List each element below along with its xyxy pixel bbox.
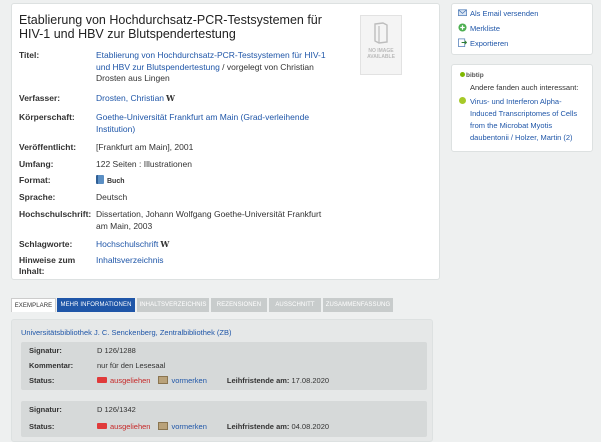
- vormerken-link[interactable]: vormerken: [171, 376, 206, 385]
- field-label: Körperschaft:: [19, 112, 75, 122]
- field-value: Hochschulschrift W: [96, 239, 328, 251]
- field-value: Buch: [96, 175, 328, 188]
- copy-item: Signatur: D 126/1342 Status: ausgeliehen…: [21, 401, 427, 437]
- signatur-value: D 126/1342: [97, 405, 136, 414]
- bibtip-text: bibtip: [466, 72, 484, 79]
- field-value: Etablierung von Hochdurchsatz-PCR-Testsy…: [96, 50, 328, 85]
- loaned-icon: [97, 423, 107, 429]
- tab-ausschnitt[interactable]: Ausschnitt: [269, 298, 321, 312]
- record-title: Etablierung von Hochdurchsatz-PCR-Testsy…: [19, 13, 322, 41]
- also-found-heading: Andere fanden auch interessant:: [470, 83, 579, 92]
- signatur-label: Signatur:: [29, 405, 62, 414]
- kommentar-value: nur für den Lesesaal: [97, 361, 166, 370]
- signatur-value: D 126/1288: [97, 346, 136, 355]
- bibtip-panel: bibtip Andere fanden auch interessant: V…: [451, 64, 593, 152]
- export-link[interactable]: Exportieren: [470, 39, 508, 48]
- leihfrist-label: Leihfristende am:: [226, 376, 290, 385]
- field-label: Schlagworte:: [19, 239, 73, 249]
- bullet-icon: [459, 97, 466, 104]
- field-label-line2: Inhalt:: [19, 266, 45, 276]
- status-value: ausgeliehen vormerken Leihfristende am: 04…: [97, 421, 329, 433]
- field-label: Umfang:: [19, 159, 54, 169]
- no-image-text: NO IMAGE AVAILABLE: [367, 48, 395, 60]
- due-date: Leihfristende am: 04.08.2020: [227, 422, 329, 431]
- field-label: Veröffentlicht:: [19, 142, 77, 152]
- export-action[interactable]: Exportieren: [458, 38, 508, 49]
- email-icon: [458, 9, 467, 17]
- field-value: Deutsch: [96, 192, 128, 202]
- status-ausgeliehen: ausgeliehen: [110, 422, 151, 431]
- field-value: Goethe-Universität Frankfurt am Main (Gr…: [96, 112, 328, 135]
- leihfrist-label: Leihfristende am:: [226, 422, 290, 431]
- book-cover-icon: [374, 22, 388, 44]
- status-ausgeliehen: ausgeliehen: [110, 376, 151, 385]
- record-card: Etablierung von Hochdurchsatz-PCR-Testsy…: [11, 3, 440, 280]
- tab-rezensionen[interactable]: Rezensionen: [211, 298, 267, 312]
- signatur-label: Signatur:: [29, 346, 62, 355]
- status-value: ausgeliehen vormerken Leihfristende am: 17…: [97, 375, 329, 387]
- copy-item: Signatur: D 126/1288 Kommentar: nur für …: [21, 342, 427, 390]
- reserve-icon: [158, 422, 169, 430]
- field-value: 122 Seiten : Illustrationen: [96, 159, 192, 169]
- field-label: Titel:: [19, 50, 40, 60]
- field-value: [Frankfurt am Main], 2001: [96, 142, 194, 152]
- tab-mehr-informationen[interactable]: Mehr Informationen: [57, 298, 135, 312]
- kommentar-label: Kommentar:: [29, 361, 74, 370]
- due-date: Leihfristende am: 17.08.2020: [227, 376, 329, 385]
- status-label: Status:: [29, 376, 55, 385]
- reserve-action[interactable]: vormerken: [158, 422, 207, 431]
- field-value: Dissertation, Johann Wolfgang Goethe-Uni…: [96, 209, 322, 231]
- toc-link[interactable]: Inhaltsverzeichnis: [96, 255, 164, 265]
- field-label: Sprache:: [19, 192, 56, 202]
- vormerken-link[interactable]: vormerken: [171, 422, 206, 431]
- tab-zusammenfassung[interactable]: Zusammenfassung: [323, 298, 393, 312]
- email-action[interactable]: Als Email versenden: [458, 8, 538, 19]
- library-link[interactable]: Universitätsbibliothek J. C. Senckenberg…: [21, 328, 232, 337]
- bibtip-logo: bibtip: [460, 72, 484, 79]
- subject-link[interactable]: Hochschulschrift: [96, 239, 158, 249]
- email-link[interactable]: Als Email versenden: [470, 9, 538, 18]
- merkliste-action[interactable]: Merkliste: [458, 23, 500, 34]
- format-text: Buch: [107, 178, 125, 185]
- field-label: Hochschulschrift:: [19, 209, 92, 219]
- wikipedia-icon[interactable]: W: [160, 239, 169, 249]
- tab-exemplare[interactable]: Exemplare: [11, 298, 56, 312]
- tab-inhaltsverzeichnis[interactable]: Inhaltsverzeichnis: [137, 298, 209, 312]
- export-icon: [458, 38, 467, 47]
- bibtip-dot-icon: [460, 72, 465, 77]
- field-value: Inhaltsverzeichnis: [96, 255, 328, 267]
- field-label: Hinweise zum Inhalt:: [19, 255, 97, 277]
- corporate-link[interactable]: Goethe-Universität Frankfurt am Main (Gr…: [96, 112, 309, 134]
- status-label: Status:: [29, 422, 55, 431]
- author-link[interactable]: Drosten, Christian: [96, 93, 164, 103]
- add-icon: [458, 23, 467, 32]
- loaned-icon: [97, 377, 107, 383]
- recommendation-link[interactable]: Virus- und Interferon Alpha-Induced Tran…: [470, 96, 588, 144]
- book-icon: [96, 175, 104, 184]
- field-label-line1: Hinweise zum: [19, 255, 76, 265]
- actions-panel: Als Email versenden Merkliste Exportiere…: [451, 3, 593, 55]
- field-value: Drosten, Christian W: [96, 93, 328, 105]
- reserve-action[interactable]: vormerken: [158, 376, 207, 385]
- leihfrist-value: 04.08.2020: [291, 422, 330, 431]
- wikipedia-icon[interactable]: W: [166, 93, 175, 103]
- holdings-panel: Universitätsbibliothek J. C. Senckenberg…: [11, 319, 433, 442]
- leihfrist-value: 17.08.2020: [291, 376, 330, 385]
- reserve-icon: [158, 376, 169, 384]
- merkliste-link[interactable]: Merkliste: [470, 24, 500, 33]
- cover-placeholder: NO IMAGE AVAILABLE: [360, 15, 402, 75]
- field-label: Format:: [19, 175, 51, 185]
- field-label: Verfasser:: [19, 93, 61, 103]
